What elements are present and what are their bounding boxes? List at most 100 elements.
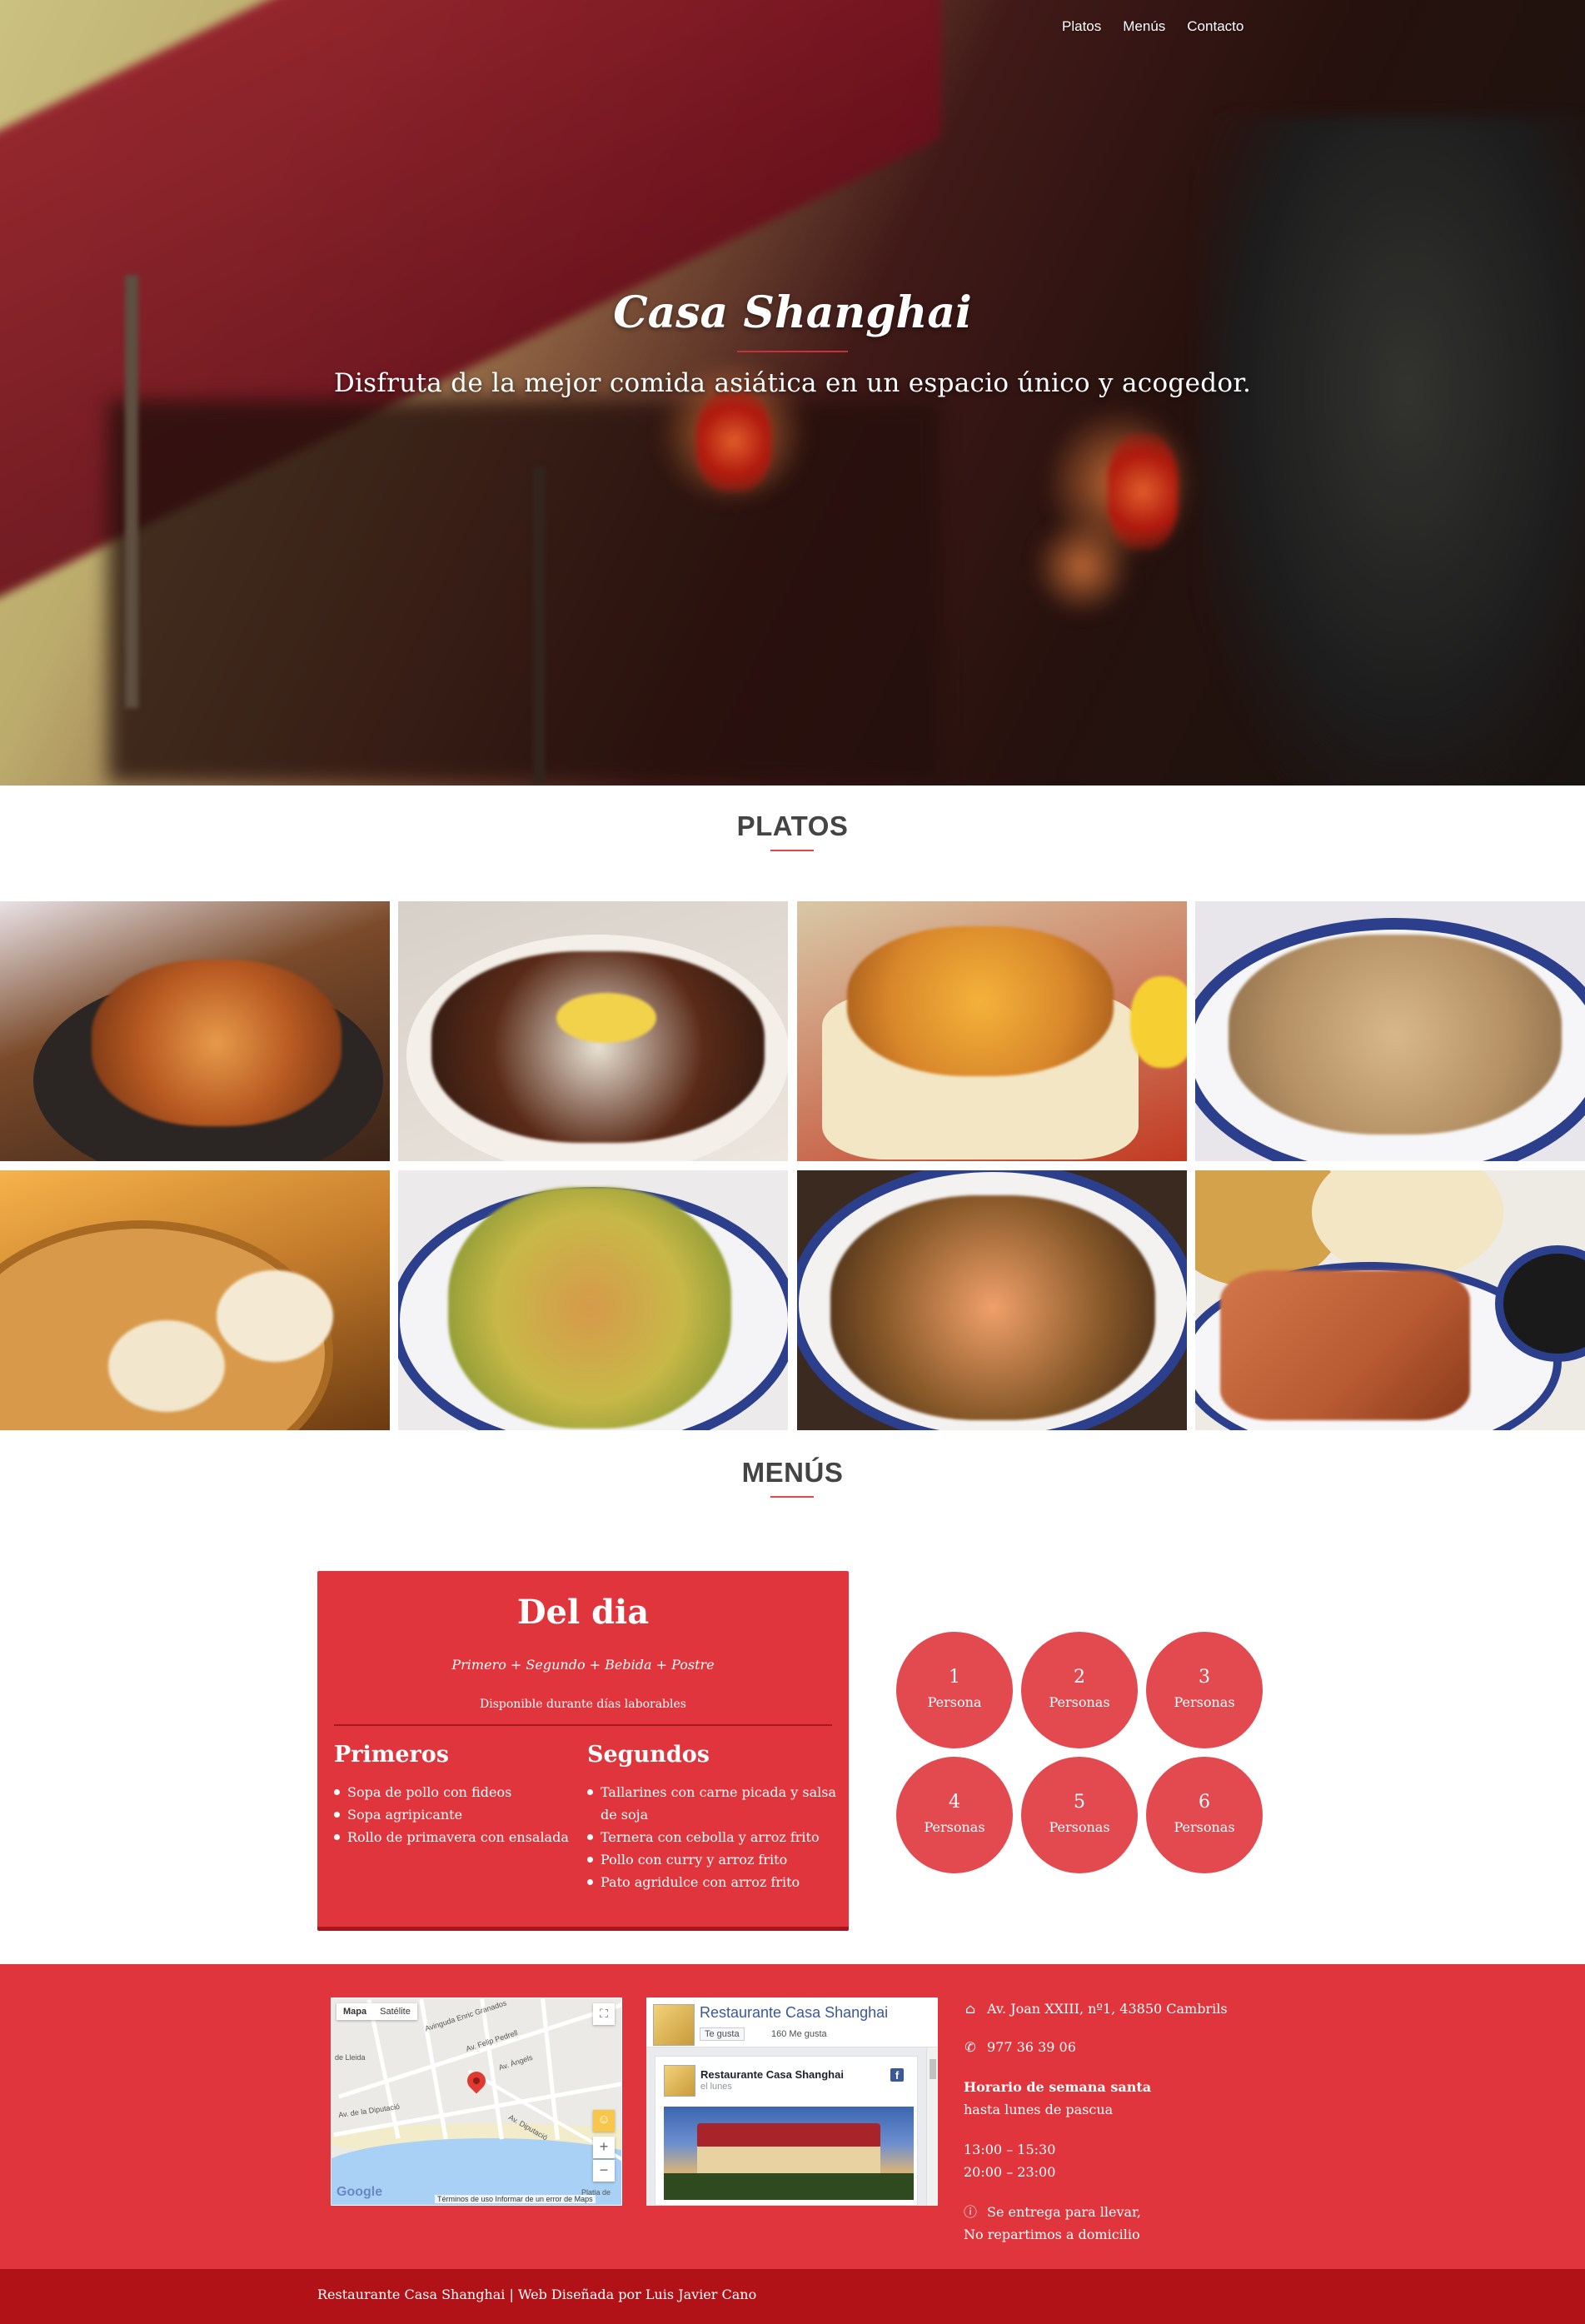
pegman-icon[interactable]: ☺ (593, 2110, 615, 2132)
no-delivery-text: No repartimos a domicilio (964, 2227, 1140, 2242)
map-type-tabs: Mapa Satélite (336, 2003, 417, 2020)
phone-text[interactable]: 977 36 39 06 (987, 2039, 1076, 2055)
persons-label: Persona (927, 1694, 982, 1710)
persons-number: 6 (1199, 1792, 1210, 1813)
dish-photo-fried-rice[interactable] (1195, 901, 1585, 1161)
primeros-list: Sopa de pollo con fideos Sopa agripicant… (334, 1781, 576, 1848)
map-road (366, 1999, 401, 2139)
map-street-label: Avinguda Enric Granados (423, 1998, 508, 2033)
persons-number: 2 (1074, 1667, 1085, 1688)
list-item: Sopa de pollo con fideos (334, 1781, 576, 1803)
fb-page-avatar[interactable] (653, 2004, 695, 2046)
schedule-title-text: Horario de semana santa (964, 2079, 1152, 2095)
persons-number: 5 (1074, 1792, 1085, 1813)
fb-like-button[interactable]: Te gusta (700, 2027, 745, 2041)
menu-card-title: Del dia (516, 1593, 650, 1632)
segundos-heading: Segundos (587, 1742, 710, 1768)
menu-card-divider (334, 1724, 832, 1726)
segundos-list: Tallarines con carne picada y salsa de s… (587, 1781, 837, 1893)
list-item: Tallarines con carne picada y salsa de s… (587, 1781, 837, 1826)
primeros-heading: Primeros (334, 1742, 449, 1768)
persons-option-1[interactable]: 1 Persona (896, 1632, 1013, 1748)
map-tab-mapa[interactable]: Mapa (336, 2003, 373, 2020)
list-item: Sopa agripicante (334, 1803, 576, 1826)
fb-post-time[interactable]: el lunes (700, 2082, 732, 2092)
platos-heading: PLATOS (736, 810, 849, 841)
facebook-widget: Restaurante Casa Shanghai Te gusta 160 M… (646, 1997, 938, 2206)
fb-page-header: Restaurante Casa Shanghai Te gusta 160 M… (646, 1997, 938, 2047)
persons-option-3[interactable]: 3 Personas (1146, 1632, 1263, 1748)
main-nav: Platos Menús Contacto (1062, 18, 1265, 35)
dish-photo-bao-buns[interactable] (0, 1170, 390, 1430)
nav-platos[interactable]: Platos (1062, 18, 1101, 35)
dish-photo-noodles-chicken[interactable] (398, 1170, 788, 1430)
takeaway-text: Se entrega para llevar, (987, 2204, 1142, 2220)
dish-photo-duck[interactable] (1195, 1170, 1585, 1430)
hero-banner: Platos Menús Contacto Casa Shanghai Disf… (0, 0, 1585, 785)
persons-label: Personas (1049, 1694, 1110, 1710)
fb-post-author[interactable]: Restaurante Casa Shanghai (700, 2068, 844, 2081)
zoom-out-icon[interactable]: − (593, 2160, 615, 2182)
persons-label: Personas (1049, 1819, 1110, 1835)
map-terms-link[interactable]: Términos de uso Informar de un error de … (435, 2195, 596, 2203)
fullscreen-icon[interactable]: ⛶ (593, 2003, 615, 2025)
schedule-subtitle: hasta lunes de pascua (964, 2102, 1114, 2117)
hours-lunch: 13:00 – 15:30 (964, 2142, 1056, 2157)
menus-heading: MENÚS (741, 1457, 844, 1488)
hero-title-underline (737, 351, 848, 352)
info-icon: ⓘ (964, 2204, 978, 2220)
footer-credit: Restaurante Casa Shanghai | Web Diseñada… (317, 2287, 757, 2302)
persons-number: 3 (1199, 1667, 1210, 1688)
list-item: Rollo de primavera con ensalada (334, 1826, 576, 1848)
map-street-label: Av. Àngels (497, 2052, 534, 2072)
persons-option-5[interactable]: 5 Personas (1021, 1757, 1138, 1873)
persons-option-4[interactable]: 4 Personas (896, 1757, 1013, 1873)
persons-label: Personas (1174, 1694, 1235, 1710)
google-logo: Google (336, 2185, 383, 2199)
takeaway-row: ⓘ Se entrega para llevar, (964, 2201, 1141, 2223)
fb-like-count: 160 Me gusta (771, 2029, 827, 2039)
address-row: ⌂ Av. Joan XXIII, nº1, 43850 Cambrils (964, 1997, 1228, 2020)
hours-dinner: 20:00 – 23:00 (964, 2164, 1056, 2180)
dish-photo-fish[interactable] (398, 901, 788, 1161)
fb-post-avatar[interactable] (664, 2065, 695, 2097)
menus-heading-underline (770, 1496, 814, 1498)
hero-title: Casa Shanghai (613, 287, 972, 338)
persons-number: 4 (949, 1792, 960, 1813)
phone-row: ✆ 977 36 39 06 (964, 2036, 1076, 2058)
list-item: Pato agridulce con arroz frito (587, 1871, 837, 1893)
segundos-column: Segundos Tallarines con carne picada y s… (587, 1742, 837, 1893)
map-street-label: de Lleida (335, 2053, 366, 2062)
fb-page-name[interactable]: Restaurante Casa Shanghai (700, 2004, 888, 2022)
menu-del-dia-card: Del dia Primero + Segundo + Bebida + Pos… (317, 1571, 849, 1931)
facebook-icon[interactable]: f (890, 2068, 904, 2082)
menu-card-subtitle: Primero + Segundo + Bebida + Postre (451, 1657, 715, 1673)
phone-icon: ✆ (964, 2039, 976, 2055)
platos-heading-underline (770, 850, 814, 851)
list-item: Ternera con cebolla y arroz frito (587, 1826, 837, 1848)
address-text: Av. Joan XXIII, nº1, 43850 Cambrils (987, 2001, 1228, 2017)
persons-option-6[interactable]: 6 Personas (1146, 1757, 1263, 1873)
primeros-column: Primeros Sopa de pollo con fideos Sopa a… (334, 1742, 576, 1848)
dish-photo-fried-chicken[interactable] (797, 901, 1187, 1161)
home-icon: ⌂ (964, 2001, 976, 2017)
map-tab-satelite[interactable]: Satélite (373, 2003, 417, 2020)
zoom-in-icon[interactable]: + (593, 2137, 615, 2158)
dish-photo-shrimp-noodles[interactable] (797, 1170, 1187, 1430)
nav-contacto[interactable]: Contacto (1187, 18, 1244, 35)
list-item: Pollo con curry y arroz frito (587, 1848, 837, 1871)
dish-photo-shrimp-sizzling[interactable] (0, 901, 390, 1161)
fb-post-photo[interactable] (664, 2107, 914, 2200)
fb-post: Restaurante Casa Shanghai el lunes f (655, 2056, 918, 2206)
menu-card-availability: Disponible durante días laborables (480, 1698, 686, 1711)
google-map[interactable]: Avinguda Enric Granados Av. Felip Pedrel… (331, 1997, 622, 2206)
hero-subtitle: Disfruta de la mejor comida asiática en … (333, 368, 1252, 398)
bottom-bar: Restaurante Casa Shanghai | Web Diseñada… (0, 2269, 1585, 2324)
persons-option-2[interactable]: 2 Personas (1021, 1632, 1138, 1748)
fb-scrollbar[interactable] (926, 2047, 938, 2206)
nav-menus[interactable]: Menús (1123, 18, 1165, 35)
schedule-title: Horario de semana santa (964, 2076, 1151, 2098)
fb-feed: Restaurante Casa Shanghai el lunes f (646, 2047, 926, 2206)
persons-label: Personas (1174, 1819, 1235, 1835)
persons-label: Personas (924, 1819, 985, 1835)
